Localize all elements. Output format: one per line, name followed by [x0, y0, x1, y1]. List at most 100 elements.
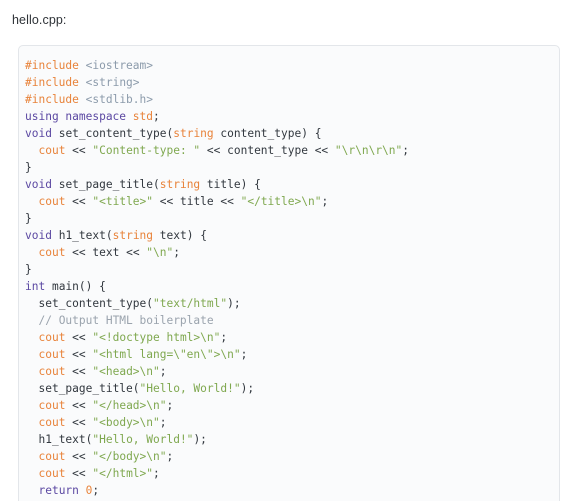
code-token-punc: ; — [153, 467, 160, 480]
code-token-op: << — [65, 467, 93, 480]
code-token-kw: void — [25, 178, 52, 191]
code-token-punc: ; — [153, 110, 160, 123]
code-line: h1_text("Hello, World!"); — [25, 431, 547, 448]
code-token-hdr: <string> — [85, 76, 140, 89]
code-token-type: string — [159, 178, 201, 191]
code-token-builtin: cout — [38, 399, 66, 412]
code-line: int main() { — [25, 278, 547, 295]
code-token-fn: h1_text — [58, 229, 106, 242]
code-token-kw: int — [25, 280, 46, 293]
code-token-punc: ) { — [301, 127, 322, 140]
code-line: #include <iostream> — [25, 57, 547, 74]
code-token-builtin: cout — [38, 331, 66, 344]
code-token-hdr: <iostream> — [85, 59, 153, 72]
code-line: cout << "</html>"; — [25, 465, 547, 482]
code-token-str: "</head>\n" — [92, 399, 167, 412]
code-line: cout << text << "\n"; — [25, 244, 547, 261]
code-token-com: // Output HTML boilerplate — [38, 314, 214, 327]
code-token-ident: content_type — [227, 144, 308, 157]
code-token-op: << — [65, 365, 93, 378]
code-token-str: "<body>\n" — [92, 416, 160, 429]
page-title: hello.cpp: — [12, 13, 67, 27]
code-line: cout << "<body>\n"; — [25, 414, 547, 431]
code-token-str: "\n" — [146, 246, 174, 259]
code-token-kw: void — [25, 127, 52, 140]
code-token-op: << — [307, 144, 335, 157]
code-token-ident: text — [92, 246, 120, 259]
code-token-op: << — [65, 416, 93, 429]
code-token-op: << — [200, 144, 228, 157]
code-line: cout << "<head>\n"; — [25, 363, 547, 380]
code-token-punc: ( — [146, 297, 154, 310]
code-token-str: "<head>\n" — [92, 365, 160, 378]
code-token-punc: ; — [240, 348, 248, 361]
code-token-fn: main — [51, 280, 79, 293]
code-token-builtin: cout — [38, 246, 66, 259]
code-line: } — [25, 210, 547, 227]
code-scroll-area[interactable]: #include <iostream> #include <string> #inc… — [19, 46, 559, 501]
code-token-str: "<!doctype html>\n" — [92, 331, 221, 344]
code-token-str: "</body>\n" — [92, 450, 167, 463]
code-token-punc: ( — [132, 382, 140, 395]
code-token-op: << — [65, 246, 93, 259]
code-token-punc: } — [25, 161, 32, 174]
code-token-type: string — [112, 229, 154, 242]
code-token-ident: content_type — [213, 127, 302, 140]
code-line: void set_page_title(string title) { — [25, 176, 547, 193]
source-code: #include <iostream> #include <string> #inc… — [25, 57, 547, 499]
code-line: set_page_title("Hello, World!"); — [25, 380, 547, 397]
code-token-kw: using namespace — [25, 110, 127, 123]
code-line: cout << "Content-type: " << content_type… — [25, 142, 547, 159]
code-line: cout << "</body>\n"; — [25, 448, 547, 465]
code-token-op: << — [65, 450, 93, 463]
code-token-builtin: cout — [38, 450, 66, 463]
code-token-kw: void — [25, 229, 52, 242]
code-token-op: << — [153, 195, 180, 208]
code-line: cout << "<title>" << title << "</title>\… — [25, 193, 547, 210]
code-token-punc: ); — [227, 297, 241, 310]
code-token-str: "Hello, World!" — [139, 382, 241, 395]
code-line: return 0; — [25, 482, 547, 499]
code-line: cout << "</head>\n"; — [25, 397, 547, 414]
code-line: // Output HTML boilerplate — [25, 312, 547, 329]
code-token-str: "</title>\n" — [240, 195, 322, 208]
code-token-punc: ); — [193, 433, 207, 446]
code-token-punc: ) { — [240, 178, 261, 191]
code-token-op: << — [65, 331, 93, 344]
code-token-str: "<html lang=\"en\">\n" — [92, 348, 241, 361]
code-token-ident: text — [153, 229, 187, 242]
code-token-pre: #include — [25, 59, 79, 72]
code-token-punc: () { — [78, 280, 106, 293]
code-token-builtin: cout — [38, 467, 66, 480]
code-token-ident: title — [200, 178, 241, 191]
code-token-punc: ; — [92, 484, 100, 497]
code-token-str: "Content-type: " — [92, 144, 201, 157]
code-token-builtin: cout — [38, 144, 66, 157]
code-token-builtin: cout — [38, 195, 66, 208]
code-line: set_content_type("text/html"); — [25, 295, 547, 312]
code-token-punc: ; — [321, 195, 329, 208]
code-token-kw: return — [38, 484, 79, 497]
code-token-pre: #include — [25, 93, 79, 106]
code-token-punc: ( — [105, 229, 113, 242]
code-token-punc: } — [25, 212, 32, 225]
code-token-punc: ( — [153, 178, 160, 191]
code-token-fn: h1_text — [38, 433, 86, 446]
